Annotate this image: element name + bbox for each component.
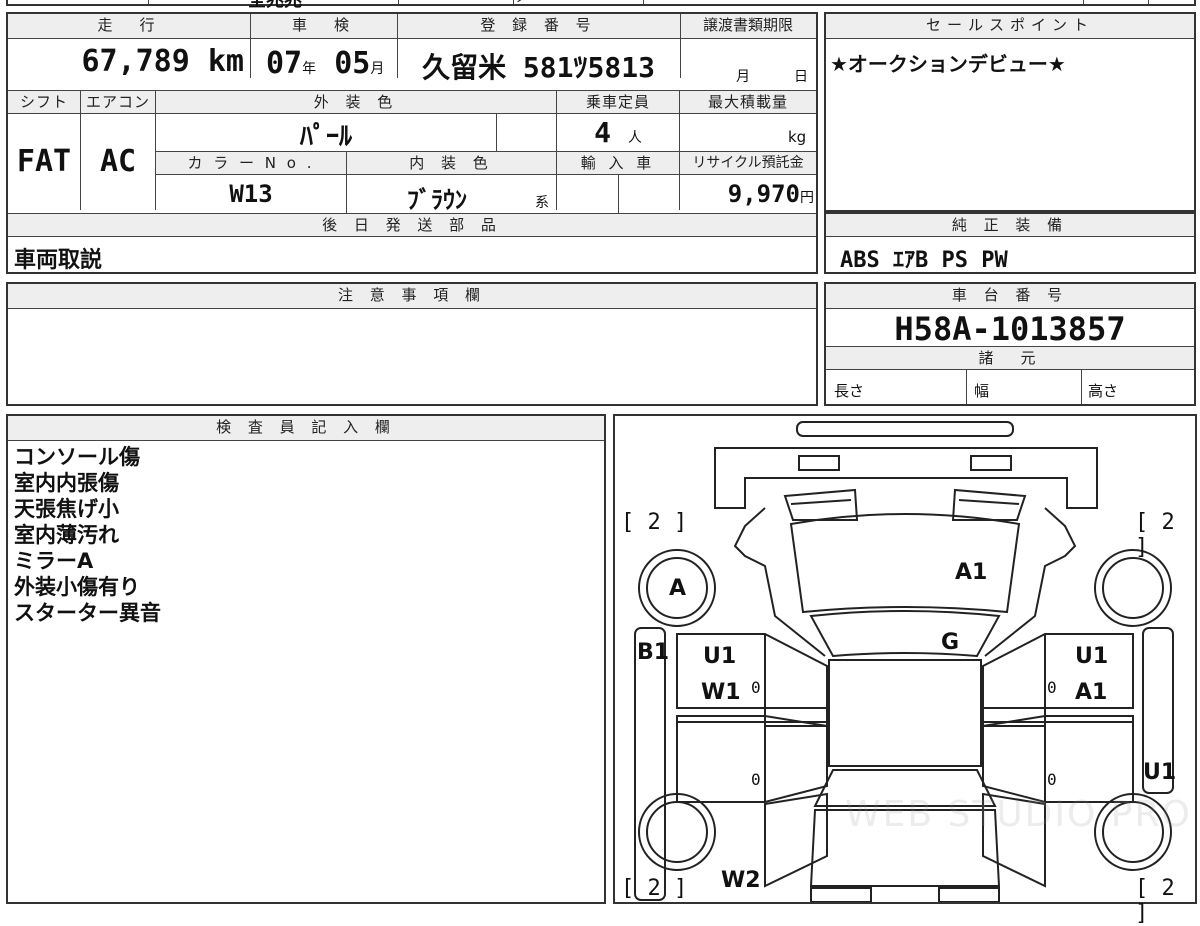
recycle-number: 9,970 bbox=[727, 180, 800, 208]
registration-header: 登 録 番 号 bbox=[397, 14, 680, 38]
mileage-header: 走 行 bbox=[8, 14, 250, 38]
shift-value: FAT bbox=[16, 144, 72, 179]
exterior-color-value: ﾊﾟｰﾙ bbox=[299, 122, 352, 152]
color-no-value: W13 bbox=[229, 180, 273, 208]
spec-width-label: 幅 bbox=[974, 382, 990, 400]
capacity-value: 4 人 bbox=[557, 116, 679, 149]
inspector-notes-list: コンソール傷 室内内張傷 天張焦げ小 室内薄汚れ ミラーA 外装小傷有り スター… bbox=[14, 444, 161, 626]
sales-point-value: ★オークションデビュー★ bbox=[830, 52, 1066, 76]
caution-box: 注 意 事 項 欄 bbox=[6, 282, 818, 406]
transfer-day-unit: 日 bbox=[794, 69, 808, 85]
inspection-month-unit: 月 bbox=[370, 61, 385, 77]
inspection-header: 車 検 bbox=[250, 14, 397, 38]
color-no-header: カ ラ ー N o . bbox=[156, 152, 346, 174]
label-w2: W2 bbox=[721, 868, 761, 893]
specs-header: 諸 元 bbox=[826, 347, 1194, 369]
max-load-header: 最大積載量 bbox=[680, 91, 816, 113]
label-a-wheel: A bbox=[669, 576, 687, 601]
caution-header: 注 意 事 項 欄 bbox=[8, 284, 816, 308]
inspection-value: 07年 05月 bbox=[266, 46, 396, 81]
note-line: 室内薄汚れ bbox=[14, 523, 119, 547]
label-g: G bbox=[941, 630, 960, 655]
later-parts-value: 車両取説 bbox=[14, 248, 103, 273]
spec-height-label: 高さ bbox=[1088, 382, 1119, 400]
registration-value: 久留米 581ﾂ5813 bbox=[422, 51, 655, 84]
bracket-top-right: [ 2 ] bbox=[1135, 510, 1175, 560]
bracket-bottom-right: [ 2 ] bbox=[1135, 876, 1175, 926]
genuine-equipment-header: 純 正 装 備 bbox=[826, 214, 1194, 236]
inspection-month: 05 bbox=[334, 46, 371, 81]
inspection-year: 07 bbox=[266, 46, 303, 81]
zero-mark: 0 bbox=[751, 678, 761, 697]
shift-header: シフト bbox=[8, 91, 80, 113]
sales-point-header: セールスポイント bbox=[826, 14, 1194, 38]
bracket-bottom-left: [ 2 ] bbox=[621, 876, 688, 901]
recycle-unit: 円 bbox=[800, 190, 814, 206]
note-line: スターター異音 bbox=[14, 601, 161, 625]
interior-color-value: ﾌﾞﾗｳﾝ bbox=[407, 186, 467, 214]
interior-color-header: 内 装 色 bbox=[347, 152, 556, 174]
note-line: 外装小傷有り bbox=[14, 575, 140, 599]
chassis-number: H58A-1013857 bbox=[894, 310, 1126, 348]
capacity-unit: 人 bbox=[627, 130, 642, 146]
genuine-equipment-value: ABS ｴｱB PS PW bbox=[840, 248, 1008, 273]
car-diagram-box: [ 2 ] [ 2 ] [ 2 ] [ 2 ] A A1 G B1 U1 W1 … bbox=[613, 414, 1197, 926]
note-line: 天張焦げ小 bbox=[14, 497, 119, 521]
inspection-year-unit: 年 bbox=[302, 61, 317, 77]
max-load-unit: kg bbox=[788, 128, 807, 146]
label-a1-right: A1 bbox=[1075, 680, 1108, 705]
import-header: 輸 入 車 bbox=[557, 152, 679, 174]
note-line: ミラーA bbox=[14, 549, 94, 573]
capacity-number: 4 bbox=[594, 116, 611, 149]
mileage-value: 67,789 km bbox=[8, 44, 244, 79]
recycle-header: リサイクル預託金 bbox=[680, 152, 816, 174]
recycle-value: 9,970円 bbox=[680, 180, 814, 208]
bracket-top-left: [ 2 ] bbox=[621, 510, 688, 535]
note-line: 室内内張傷 bbox=[14, 471, 119, 495]
inspector-header: 検 査 員 記 入 欄 bbox=[8, 416, 604, 440]
label-a1-hood: A1 bbox=[955, 560, 988, 585]
transfer-deadline-header: 譲渡書類期限 bbox=[680, 14, 816, 38]
label-u1-right: U1 bbox=[1075, 644, 1109, 669]
aircon-value: AC bbox=[99, 144, 137, 179]
later-parts-header: 後 日 発 送 部 品 bbox=[8, 214, 816, 236]
inspector-notes-box: 検 査 員 記 入 欄 コンソール傷 室内内張傷 天張焦げ小 室内薄汚れ ミラー… bbox=[6, 414, 606, 904]
note-line: コンソール傷 bbox=[14, 445, 140, 469]
aircon-header: エアコン bbox=[81, 91, 155, 113]
label-w1-left: W1 bbox=[701, 680, 741, 705]
genuine-equipment-box: 純 正 装 備 ABS ｴｱB PS PW bbox=[824, 212, 1196, 274]
exterior-color-header: 外 装 色 bbox=[156, 91, 556, 113]
zero-mark: 0 bbox=[1047, 678, 1057, 697]
mileage-unit: km bbox=[207, 44, 244, 79]
top-strip-partial-text: 全兆兆 bbox=[248, 0, 302, 11]
zero-mark: 0 bbox=[751, 770, 761, 789]
label-u1-left: U1 bbox=[703, 644, 737, 669]
label-u1-side: U1 bbox=[1143, 760, 1177, 785]
zero-mark: 0 bbox=[1047, 770, 1057, 789]
top-strip: 全兆兆 ッ bbox=[6, 0, 1196, 11]
capacity-header: 乗車定員 bbox=[557, 91, 679, 113]
vehicle-info-table: 走 行 車 検 登 録 番 号 譲渡書類期限 67,789 km 07年 05月… bbox=[6, 12, 818, 274]
watermark: WEB STUDIO PRO bbox=[845, 794, 1192, 835]
transfer-month-unit: 月 bbox=[736, 69, 750, 85]
spec-length-label: 長さ bbox=[834, 382, 865, 400]
interior-color-suffix: 系 bbox=[535, 195, 549, 211]
sales-point-box: セールスポイント ★オークションデビュー★ bbox=[824, 12, 1196, 212]
top-strip-partial-mark: ッ bbox=[513, 0, 527, 6]
chassis-box: 車 台 番 号 H58A-1013857 諸 元 長さ 幅 高さ bbox=[824, 282, 1196, 406]
label-b1: B1 bbox=[637, 640, 670, 665]
chassis-header: 車 台 番 号 bbox=[826, 284, 1194, 308]
mileage-number: 67,789 bbox=[81, 44, 190, 79]
